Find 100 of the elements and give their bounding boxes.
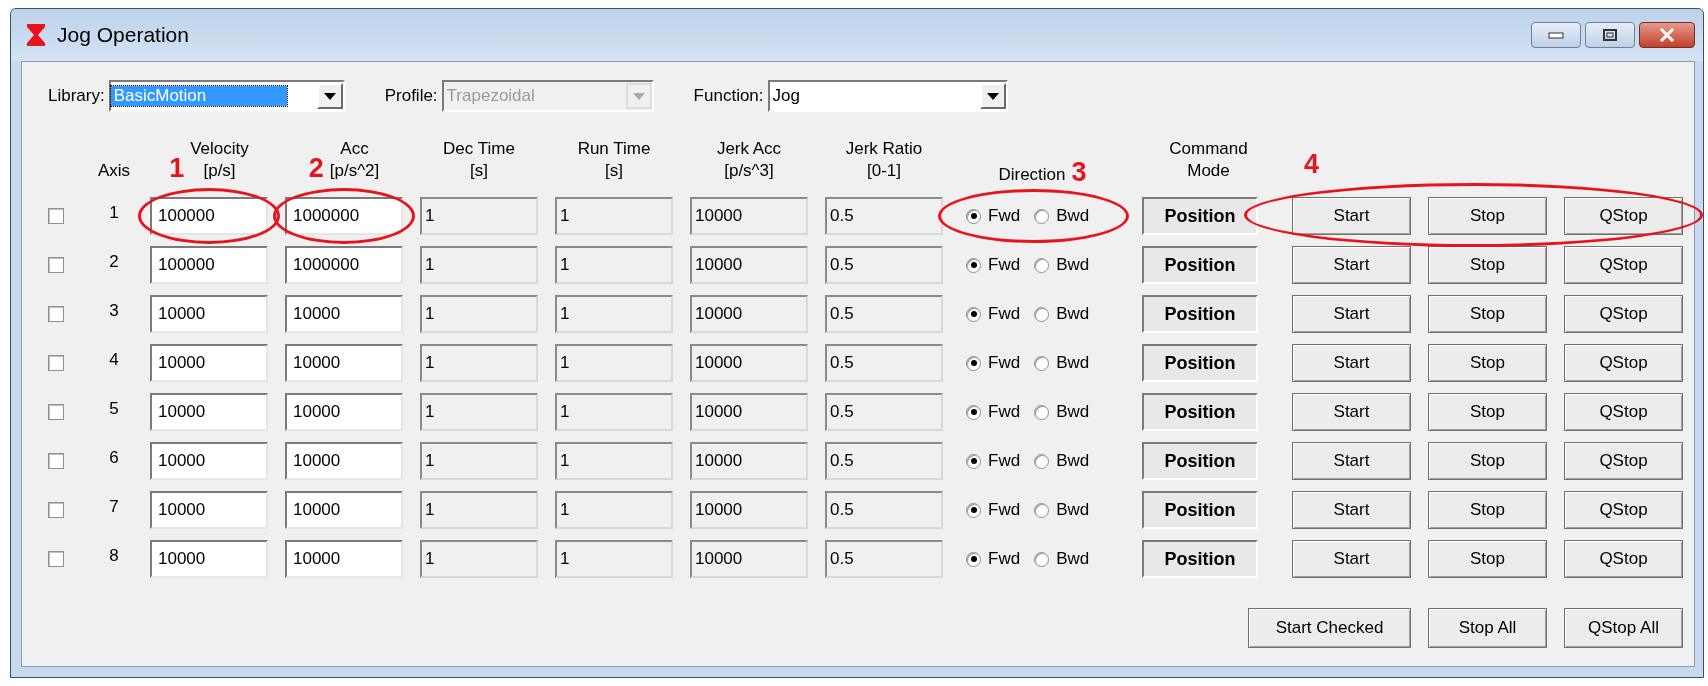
selector-label: Profile: <box>384 86 438 106</box>
radio-button[interactable]: Bwd <box>1034 353 1090 373</box>
checkbox[interactable] <box>48 502 64 518</box>
action-button[interactable]: QStop <box>1564 442 1683 480</box>
action-button[interactable]: QStop <box>1564 393 1683 431</box>
input-field[interactable]: 10000 <box>150 295 268 333</box>
input-field: 0.5 <box>825 393 943 431</box>
action-button[interactable]: Start <box>1292 246 1411 284</box>
checkbox[interactable] <box>48 257 64 273</box>
input-field: 10000 <box>690 197 808 235</box>
input-field: 0.5 <box>825 295 943 333</box>
input-field: 0.5 <box>825 491 943 529</box>
axis-number: 5 <box>108 398 120 420</box>
action-button[interactable]: Start <box>1292 295 1411 333</box>
action-button[interactable]: Start <box>1292 197 1411 235</box>
radio-button[interactable]: Fwd <box>966 402 1021 422</box>
dropdown-arrow-icon <box>632 92 645 100</box>
radio-indicator[interactable] <box>966 208 981 224</box>
radio-button[interactable]: Bwd <box>1034 500 1090 520</box>
input-field: 10000 <box>690 246 808 284</box>
action-button[interactable]: Stop <box>1428 197 1547 235</box>
column-header: Acc [p/s^2] <box>329 137 380 182</box>
annotation-number: 2 <box>308 155 324 182</box>
input-field: 1 <box>420 295 538 333</box>
checkbox[interactable] <box>48 404 64 420</box>
radio-button[interactable]: Bwd <box>1034 304 1090 324</box>
input-field[interactable]: 10000 <box>150 393 268 431</box>
annotation-number: 3 <box>1071 159 1087 186</box>
action-button[interactable]: QStop <box>1564 344 1683 382</box>
action-button[interactable]: Stop <box>1428 295 1547 333</box>
radio-button[interactable]: Fwd <box>966 206 1021 226</box>
radio-indicator[interactable] <box>966 551 981 567</box>
checkbox[interactable] <box>48 306 64 322</box>
radio-button[interactable]: Fwd <box>966 353 1021 373</box>
column-header: Command Mode <box>1169 137 1248 182</box>
close-button[interactable] <box>1639 22 1695 48</box>
selector-label: Library: <box>48 86 105 106</box>
input-field[interactable]: 10000 <box>150 344 268 382</box>
column-header: Dec Time [s] <box>443 137 515 182</box>
input-field[interactable]: 10000 <box>285 491 403 529</box>
action-button[interactable]: Start <box>1292 540 1411 578</box>
action-button[interactable]: Stop <box>1428 540 1547 578</box>
minimize-button[interactable] <box>1531 22 1581 48</box>
action-button[interactable]: Stop <box>1428 246 1547 284</box>
radio-button[interactable]: Fwd <box>966 304 1021 324</box>
action-button[interactable]: Start <box>1292 442 1411 480</box>
action-button[interactable]: Stop <box>1428 393 1547 431</box>
action-button[interactable]: QStop <box>1564 246 1683 284</box>
action-button[interactable]: Start <box>1292 393 1411 431</box>
input-field: 1 <box>420 246 538 284</box>
action-button[interactable]: Stop All <box>1428 608 1547 648</box>
input-field[interactable]: 100000 <box>150 246 268 284</box>
input-field: 10000 <box>690 540 808 578</box>
checkbox[interactable] <box>48 453 64 469</box>
dropdown[interactable]: Jog <box>767 80 1008 112</box>
checkbox[interactable] <box>48 208 64 224</box>
action-button[interactable]: QStop <box>1564 491 1683 529</box>
action-button[interactable]: QStop <box>1564 295 1683 333</box>
input-field[interactable]: 10000 <box>285 295 403 333</box>
dropdown-arrow-icon <box>986 92 999 100</box>
radio-button[interactable]: Bwd <box>1034 206 1090 226</box>
input-field[interactable]: 1000000 <box>285 246 403 284</box>
action-button[interactable]: Start <box>1292 491 1411 529</box>
input-field[interactable]: 1000000 <box>285 197 403 235</box>
checkbox[interactable] <box>48 551 64 567</box>
radio-indicator[interactable] <box>1034 502 1050 518</box>
action-button[interactable]: QStop <box>1564 197 1683 235</box>
radio-indicator[interactable] <box>1034 306 1050 322</box>
radio-button[interactable]: Bwd <box>1034 402 1090 422</box>
radio-button[interactable]: Bwd <box>1034 255 1090 275</box>
action-button[interactable]: Stop <box>1428 442 1547 480</box>
radio-indicator[interactable] <box>1034 453 1050 469</box>
action-button[interactable]: Start Checked <box>1248 608 1411 648</box>
input-field[interactable]: 10000 <box>150 442 268 480</box>
input-field[interactable]: 10000 <box>285 393 403 431</box>
maximize-button[interactable] <box>1585 22 1635 48</box>
action-button[interactable]: Stop <box>1428 491 1547 529</box>
action-button[interactable]: QStop All <box>1564 608 1683 648</box>
input-field[interactable]: 10000 <box>285 344 403 382</box>
input-field[interactable]: 100000 <box>150 197 268 235</box>
action-button[interactable]: Stop <box>1428 344 1547 382</box>
input-field: 1 <box>555 393 673 431</box>
radio-button[interactable]: Bwd <box>1034 549 1090 569</box>
radio-button[interactable]: Fwd <box>966 549 1021 569</box>
input-field[interactable]: 10000 <box>150 491 268 529</box>
input-field: 0.5 <box>825 540 943 578</box>
checkbox[interactable] <box>48 355 64 371</box>
action-button[interactable]: QStop <box>1564 540 1683 578</box>
input-field[interactable]: 10000 <box>285 442 403 480</box>
radio-button[interactable]: Bwd <box>1034 451 1090 471</box>
input-field[interactable]: 10000 <box>285 540 403 578</box>
radio-button[interactable]: Fwd <box>966 255 1021 275</box>
input-field: 1 <box>420 344 538 382</box>
action-button[interactable]: Start <box>1292 344 1411 382</box>
input-field[interactable]: 10000 <box>150 540 268 578</box>
radio-button[interactable]: Fwd <box>966 451 1021 471</box>
axis-number: 1 <box>108 202 120 224</box>
selector-label: Function: <box>693 86 764 106</box>
radio-indicator[interactable] <box>966 355 981 371</box>
radio-button[interactable]: Fwd <box>966 500 1021 520</box>
